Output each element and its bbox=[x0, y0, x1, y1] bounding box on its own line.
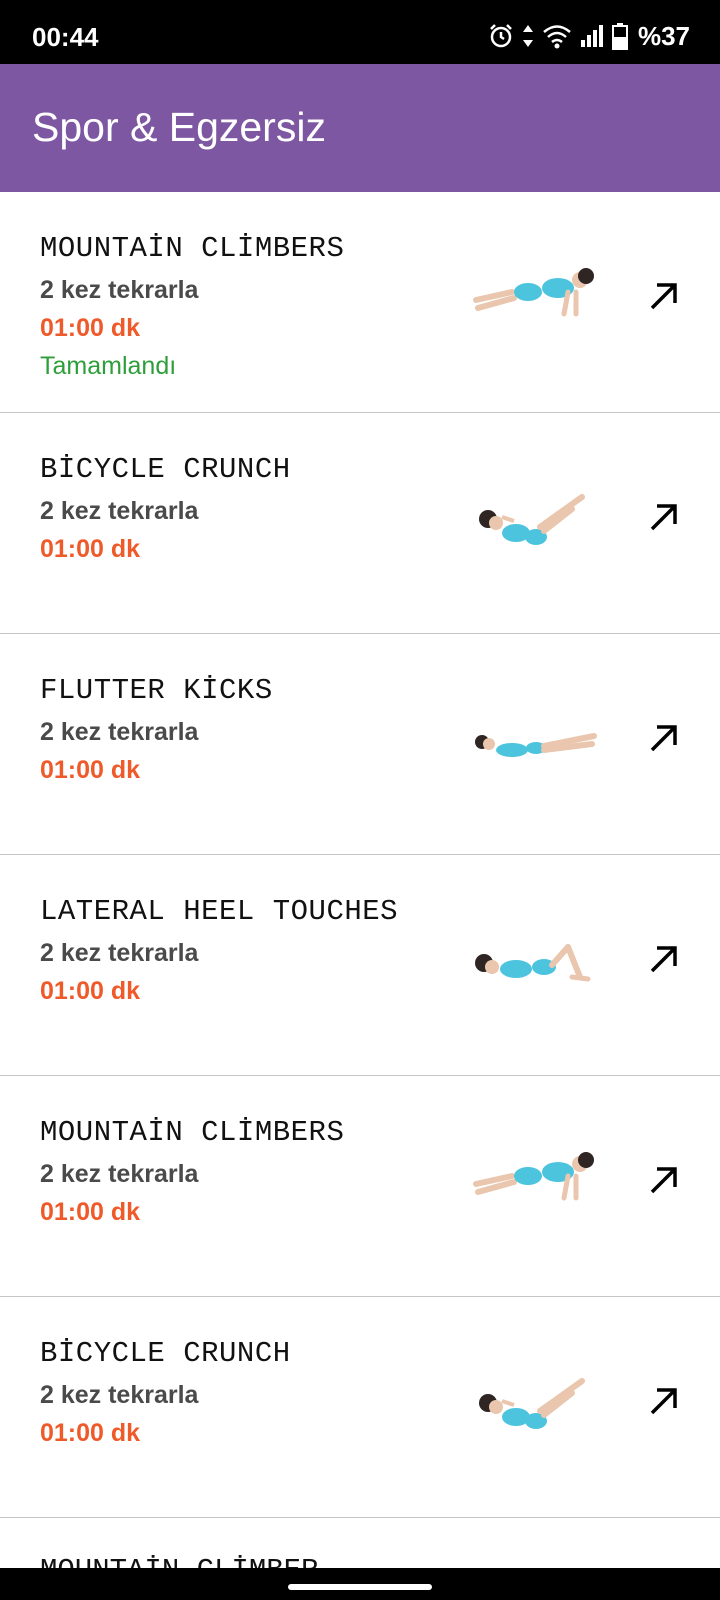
exercise-reps: 2 kez tekrarla bbox=[40, 276, 199, 304]
exercise-list-item[interactable]: MOUNTAİN CLİMBERS 2 kez tekrarla 01:00 d… bbox=[0, 1076, 720, 1297]
exercise-duration: 01:00 dk bbox=[40, 535, 141, 563]
home-gesture-handle[interactable] bbox=[288, 1584, 432, 1590]
exercise-duration: 01:00 dk bbox=[40, 1419, 141, 1447]
page-title: Spor & Egzersiz bbox=[32, 104, 326, 150]
status-time: 00:44 bbox=[32, 22, 99, 52]
open-arrow-icon[interactable] bbox=[644, 1381, 684, 1421]
battery-percentage: %37 bbox=[637, 20, 690, 51]
exercise-list: MOUNTAİN CLİMBERS 2 kez tekrarla 01:00 d… bbox=[0, 192, 720, 1518]
battery-icon bbox=[611, 23, 628, 50]
exercise-reps: 2 kez tekrarla bbox=[40, 497, 199, 525]
exercise-title: BİCYCLE CRUNCH bbox=[40, 453, 291, 486]
app-bar: Spor & Egzersiz bbox=[0, 64, 720, 192]
exercise-title: BİCYCLE CRUNCH bbox=[40, 1337, 291, 1370]
status-bar: 00:44 %37 bbox=[0, 0, 720, 64]
exercise-reps: 2 kez tekrarla bbox=[40, 718, 199, 746]
open-arrow-icon[interactable] bbox=[644, 276, 684, 316]
exercise-list-item[interactable]: BİCYCLE CRUNCH 2 kez tekrarla 01:00 dk bbox=[0, 1297, 720, 1518]
bicycle-crunch-illustration bbox=[479, 494, 585, 545]
exercise-reps: 2 kez tekrarla bbox=[40, 1381, 199, 1409]
exercise-title: LATERAL HEEL TOUCHES bbox=[40, 895, 399, 928]
navigation-bar bbox=[0, 1568, 720, 1600]
open-arrow-icon[interactable] bbox=[644, 497, 684, 537]
exercise-title: MOUNTAİN CLİMBER bbox=[40, 1554, 318, 1568]
open-arrow-icon[interactable] bbox=[644, 1160, 684, 1200]
status-icons: %37 bbox=[488, 20, 690, 52]
bicycle-crunch-illustration bbox=[479, 1378, 585, 1429]
exercise-duration: 01:00 dk bbox=[40, 1198, 141, 1226]
open-arrow-icon[interactable] bbox=[644, 939, 684, 979]
exercise-reps: 2 kez tekrarla bbox=[40, 939, 199, 967]
exercise-duration: 01:00 dk bbox=[40, 756, 141, 784]
exercise-list-item[interactable]: LATERAL HEEL TOUCHES 2 kez tekrarla 01:0… bbox=[0, 855, 720, 1076]
exercise-reps: 2 kez tekrarla bbox=[40, 1160, 199, 1188]
signal-icon bbox=[580, 25, 603, 47]
exercise-duration: 01:00 dk bbox=[40, 977, 141, 1005]
exercise-title: MOUNTAİN CLİMBERS bbox=[40, 1116, 345, 1149]
flutter-kicks-illustration bbox=[475, 733, 597, 757]
plank-pose-illustration bbox=[473, 268, 594, 317]
exercise-list-item[interactable]: MOUNTAİN CLİMBERS 2 kez tekrarla 01:00 d… bbox=[0, 192, 720, 413]
exercise-list-item[interactable]: FLUTTER KİCKS 2 kez tekrarla 01:00 dk bbox=[0, 634, 720, 855]
exercise-title: FLUTTER KİCKS bbox=[40, 674, 273, 707]
heel-touches-illustration bbox=[475, 944, 591, 982]
alarm-icon bbox=[490, 24, 512, 48]
plank-pose-illustration bbox=[473, 1152, 594, 1201]
exercise-status: Tamamlandı bbox=[40, 352, 177, 380]
exercise-list-item-partial[interactable]: MOUNTAİN CLİMBER bbox=[0, 1518, 720, 1568]
exercise-list-item[interactable]: BİCYCLE CRUNCH 2 kez tekrarla 01:00 dk bbox=[0, 413, 720, 634]
exercise-duration: 01:00 dk bbox=[40, 314, 141, 342]
open-arrow-icon[interactable] bbox=[644, 718, 684, 758]
wifi-icon bbox=[543, 25, 571, 49]
data-arrows-icon bbox=[522, 25, 533, 47]
exercise-title: MOUNTAİN CLİMBERS bbox=[40, 232, 345, 265]
